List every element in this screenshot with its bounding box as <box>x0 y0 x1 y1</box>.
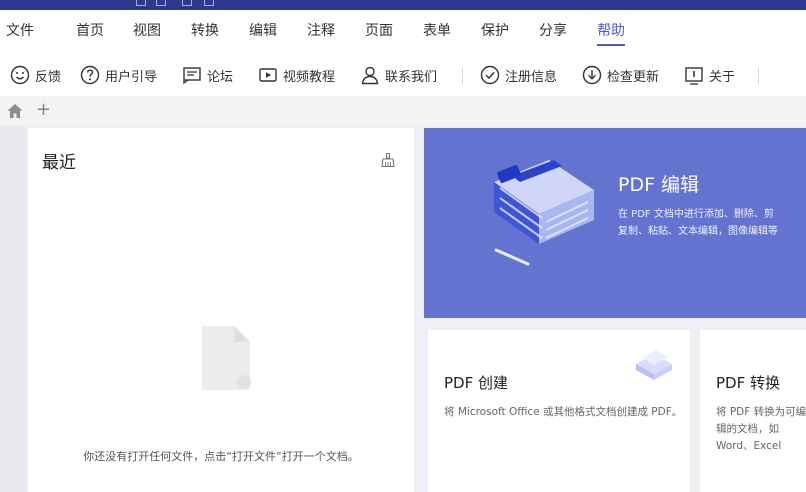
recent-title: 最近 <box>42 153 76 173</box>
menu-file[interactable]: 文件 <box>6 20 34 46</box>
registration-info-button[interactable]: 注册信息 <box>480 63 557 87</box>
title-bar <box>0 0 806 10</box>
about-button[interactable]: 关于 <box>684 63 735 87</box>
redo-icon[interactable] <box>204 0 214 6</box>
check-update-label: 检查更新 <box>607 69 660 85</box>
menu-comment[interactable]: 注释 <box>307 20 335 46</box>
empty-recent-message: 你还没有打开任何文件，点击“打开文件”打开一个文档。 <box>83 450 359 463</box>
video-tutorial-label: 视频教程 <box>283 69 336 85</box>
forum-button[interactable]: 论坛 <box>182 63 233 87</box>
contact-person-icon <box>360 65 380 85</box>
clear-recent-icon[interactable] <box>380 152 396 168</box>
menu-share[interactable]: 分享 <box>539 20 567 46</box>
menu-edit[interactable]: 编辑 <box>249 20 277 46</box>
print-icon[interactable] <box>156 0 166 6</box>
pdf-create-desc: 将 Microsoft Office 或其他格式文档创建成 PDF。 <box>444 406 683 418</box>
create-stack-icon <box>628 342 678 388</box>
feedback-button[interactable]: 反馈 <box>10 63 61 87</box>
home-content: 最近 你还没有打开任何文件，点击“打开文件”打开一个文档。 PDF 编辑 在 P… <box>0 126 806 492</box>
pdf-convert-card[interactable]: PDF 转换 将 PDF 转换为可编辑的文档，如 Word、Excel <box>700 330 806 492</box>
menu-protect[interactable]: 保护 <box>481 20 509 46</box>
info-box-icon <box>684 65 704 85</box>
user-guide-button[interactable]: 用户引导 <box>80 63 157 87</box>
new-tab-button[interactable]: + <box>36 100 51 120</box>
menu-form[interactable]: 表单 <box>423 20 451 46</box>
register-check-icon <box>480 65 500 85</box>
contact-us-label: 联系我们 <box>385 69 438 85</box>
menu-page[interactable]: 页面 <box>365 20 393 46</box>
video-tutorial-button[interactable]: 视频教程 <box>258 63 335 87</box>
pdf-convert-title: PDF 转换 <box>716 374 780 392</box>
menu-convert[interactable]: 转换 <box>191 20 219 46</box>
forum-icon <box>182 65 202 85</box>
forum-label: 论坛 <box>207 69 234 85</box>
recent-panel: 最近 你还没有打开任何文件，点击“打开文件”打开一个文档。 <box>28 128 414 492</box>
download-update-icon <box>582 65 602 85</box>
user-guide-label: 用户引导 <box>105 69 158 85</box>
banner-description-line: 在 PDF 文档中进行添加、删除、剪 <box>618 209 774 220</box>
left-strip <box>0 126 26 492</box>
play-video-icon <box>258 65 278 85</box>
menu-bar: 文件 首页 视图 转换 编辑 注释 页面 表单 保护 分享 帮助 <box>0 10 806 54</box>
about-label: 关于 <box>709 69 736 85</box>
banner-title: PDF 编辑 <box>618 174 700 196</box>
home-icon[interactable] <box>6 102 24 120</box>
banner-description-line: 复制、粘贴、文本编辑，图像编辑等 <box>618 226 778 237</box>
undo-icon[interactable] <box>182 0 192 6</box>
question-circle-icon <box>80 65 100 85</box>
toolbar-divider <box>462 68 463 84</box>
menu-help[interactable]: 帮助 <box>597 20 625 46</box>
registration-info-label: 注册信息 <box>505 69 558 85</box>
pdf-edit-illustration <box>454 142 614 272</box>
pdf-edit-banner[interactable]: PDF 编辑 在 PDF 文档中进行添加、删除、剪 复制、粘贴、文本编辑，图像编… <box>424 128 806 318</box>
menu-view[interactable]: 视图 <box>133 20 161 46</box>
feedback-label: 反馈 <box>35 69 62 85</box>
menu-home[interactable]: 首页 <box>76 20 104 46</box>
contact-us-button[interactable]: 联系我们 <box>360 63 437 87</box>
pdf-convert-desc: 将 PDF 转换为可编辑的文档，如 Word、Excel <box>716 406 806 452</box>
smiley-icon <box>10 65 30 85</box>
check-update-button[interactable]: 检查更新 <box>582 63 659 87</box>
pdf-create-title: PDF 创建 <box>444 374 508 392</box>
help-toolbar: 反馈 用户引导 论坛 视频教程 联系我们 注册信息 检查更新 关于 <box>0 54 806 96</box>
save-icon[interactable] <box>136 0 146 6</box>
pdf-create-card[interactable]: PDF 创建 将 Microsoft Office 或其他格式文档创建成 PDF… <box>428 330 690 492</box>
tab-bar: + <box>0 96 806 126</box>
banner-description: 在 PDF 文档中进行添加、删除、剪 复制、粘贴、文本编辑，图像编辑等 <box>618 206 806 240</box>
empty-document-icon <box>200 324 252 392</box>
toolbar-divider <box>758 68 759 84</box>
